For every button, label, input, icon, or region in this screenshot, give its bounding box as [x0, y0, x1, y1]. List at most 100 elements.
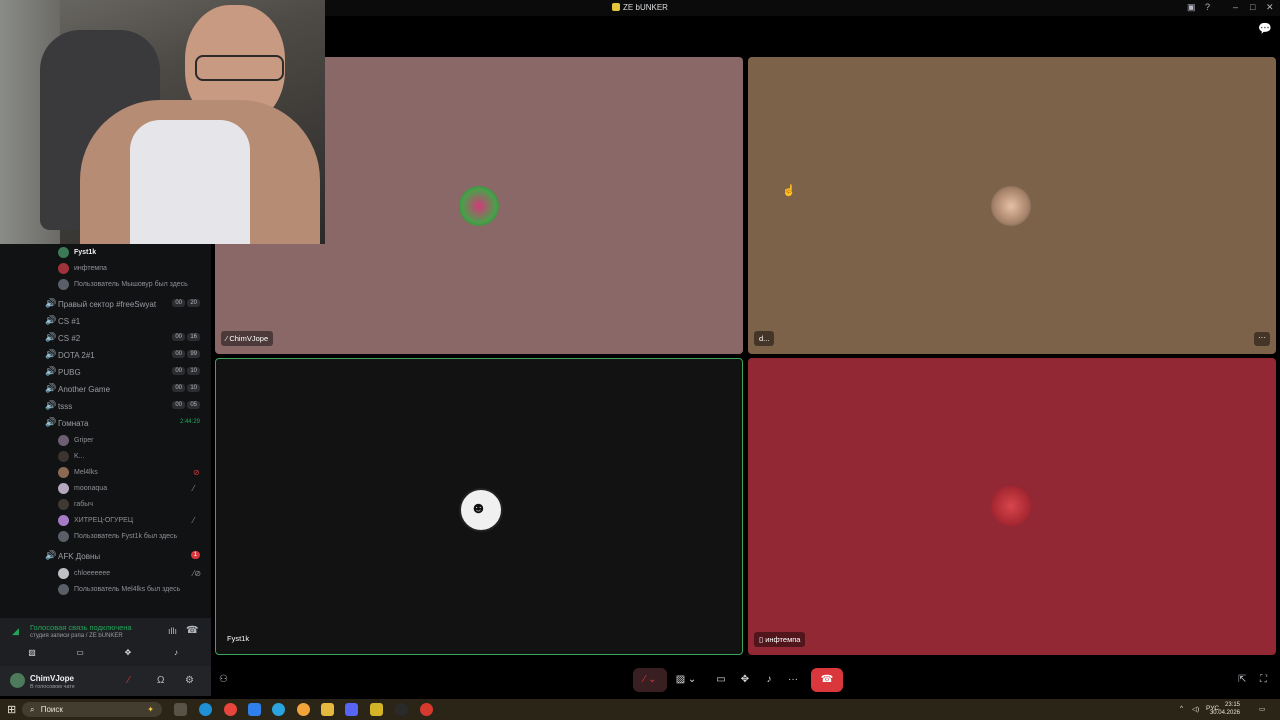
- voice-channel[interactable]: 🔊 tsss 05 00: [0, 399, 211, 415]
- popout-icon[interactable]: ⇱: [1238, 674, 1246, 685]
- channel-count: 00: [172, 384, 185, 392]
- task-view-icon[interactable]: [174, 703, 187, 716]
- screen-share-button[interactable]: ▭: [60, 646, 100, 660]
- mic-toggle-button[interactable]: ⁄ ⌄: [633, 668, 667, 692]
- voice-user-name: Пользователь Mel4lks был здесь: [74, 586, 181, 593]
- avatar: [58, 531, 69, 542]
- minimize-button[interactable]: –: [1233, 2, 1238, 12]
- edge-icon[interactable]: [199, 703, 212, 716]
- speaker-icon: 🔊: [45, 417, 57, 427]
- headphones-icon[interactable]: Ω: [157, 675, 164, 686]
- voice-actions: ▨ ▭ ✥ ♪: [8, 646, 203, 662]
- voice-user[interactable]: Mel4lks ⊘: [0, 465, 211, 481]
- screen-share-button[interactable]: ▭: [711, 668, 731, 692]
- help-icon[interactable]: ?: [1205, 2, 1210, 12]
- voice-channel[interactable]: 🔊 CS #2 16 00: [0, 331, 211, 347]
- participant-tile[interactable]: ▯ инфтемпа: [748, 358, 1276, 655]
- notifications-icon[interactable]: ▭: [1259, 705, 1265, 713]
- camera-toggle-button[interactable]: ▨ ⌄: [671, 668, 701, 692]
- participant-tile-speaking[interactable]: ☻ Fyst1k: [215, 358, 743, 655]
- more-options-button[interactable]: ···: [1254, 332, 1270, 346]
- windows-start-icon[interactable]: ⊞: [7, 703, 16, 716]
- participant-name: d...: [754, 331, 775, 346]
- browser-icon[interactable]: [297, 703, 310, 716]
- channel-limit: 10: [187, 367, 200, 375]
- avatar: [58, 247, 69, 258]
- muted-deafened-icon: ⁄⊘: [193, 569, 202, 578]
- voice-user[interactable]: габыч: [0, 497, 211, 513]
- user-status: В голосовом чате: [30, 684, 75, 690]
- search-icon: ⌕: [30, 705, 35, 714]
- more-options-button[interactable]: ···: [783, 668, 803, 692]
- voice-channel-afk[interactable]: 🔊 AFK Довны 1: [0, 549, 211, 565]
- camera-off-button[interactable]: ▨: [12, 646, 52, 660]
- voice-user[interactable]: chloeeeeee ⁄⊘: [0, 566, 211, 582]
- voice-user[interactable]: Пользователь Мышовур был здесь: [0, 277, 211, 293]
- speaker-icon: 🔊: [45, 332, 57, 342]
- avatar: [58, 568, 69, 579]
- voice-user[interactable]: инфтемпа: [0, 261, 211, 277]
- voice-channel-active[interactable]: 🔊 Гомната 2:44:29: [0, 416, 211, 432]
- tray-arrow-icon[interactable]: ^: [1180, 705, 1183, 712]
- app-icon[interactable]: [370, 703, 383, 716]
- inbox-icon[interactable]: ▣: [1187, 2, 1196, 13]
- media-icon[interactable]: [420, 703, 433, 716]
- mic-muted-icon[interactable]: ⁄: [128, 675, 130, 686]
- disconnect-icon[interactable]: ☎: [186, 625, 198, 636]
- channel-name: tsss: [58, 402, 73, 411]
- user-panel: ChimVJope В голосовом чате ⁄ Ω ⚙: [0, 666, 211, 696]
- settings-gear-icon[interactable]: ⚙: [185, 675, 194, 686]
- speaker-icon: 🔊: [45, 349, 57, 359]
- taskbar-search[interactable]: ⌕ Поиск ✦: [22, 702, 162, 717]
- avatar[interactable]: [10, 673, 25, 688]
- voice-channel[interactable]: 🔊 CS #1: [0, 314, 211, 330]
- channel-count: 00: [172, 367, 185, 375]
- activities-button[interactable]: ✥: [108, 646, 148, 660]
- maximize-button[interactable]: □: [1250, 2, 1255, 12]
- taskbar-clock[interactable]: 23:15 30.04.2026: [1210, 701, 1240, 717]
- voice-user[interactable]: Fyst1k: [0, 245, 211, 261]
- volume-icon[interactable]: ◁): [1192, 705, 1199, 713]
- chrome-icon[interactable]: [224, 703, 237, 716]
- voice-channel[interactable]: 🔊 PUBG 10 00: [0, 365, 211, 381]
- chat-icon[interactable]: 💬: [1258, 22, 1272, 35]
- voice-connected-label[interactable]: Голосовая связь подключена: [30, 623, 132, 632]
- voice-user-name: Mel4lks: [74, 469, 98, 476]
- speaker-icon: 🔊: [45, 315, 57, 325]
- voice-channel[interactable]: 🔊 Правый сектор #freeSwyat 20 00: [0, 297, 211, 313]
- fullscreen-icon[interactable]: ⛶: [1260, 674, 1267, 685]
- voice-user[interactable]: ХИТРЕЦ-ОГУРЕЦ ⁄: [0, 513, 211, 529]
- activity-icon[interactable]: ⚇: [219, 674, 228, 685]
- channel-count: 00: [172, 350, 185, 358]
- hang-up-button[interactable]: ☎: [811, 668, 843, 692]
- activities-button[interactable]: ✥: [735, 668, 755, 692]
- participant-tile[interactable]: d... ··· ☝: [748, 57, 1276, 354]
- voice-user[interactable]: Пользователь Fyst1k был здесь: [0, 529, 211, 545]
- soundboard-button[interactable]: ♪: [759, 668, 779, 692]
- participant-name: ⁄ ChimVJope: [221, 331, 274, 346]
- speaker-icon: 🔊: [45, 298, 57, 308]
- voice-user-name: габыч: [74, 501, 93, 508]
- noise-suppression-icon[interactable]: ıllı: [168, 626, 177, 636]
- voice-user[interactable]: K...: [0, 449, 211, 465]
- avatar: [58, 435, 69, 446]
- voice-channel[interactable]: 🔊 Another Game 10 00: [0, 382, 211, 398]
- voice-channel[interactable]: 🔊 DOTA 2#1 99 00: [0, 348, 211, 364]
- voice-user[interactable]: Griper: [0, 433, 211, 449]
- signal-icon: ◢: [12, 626, 19, 636]
- obs-icon[interactable]: [395, 703, 408, 716]
- soundboard-button[interactable]: ♪: [156, 646, 196, 660]
- username[interactable]: ChimVJope: [30, 674, 74, 683]
- voice-user[interactable]: moonaqua ⁄: [0, 481, 211, 497]
- channel-name: Гомната: [58, 419, 89, 428]
- telegram-icon[interactable]: [272, 703, 285, 716]
- close-button[interactable]: ✕: [1266, 2, 1274, 13]
- voice-user[interactable]: Пользователь Mel4lks был здесь: [0, 582, 211, 598]
- avatar: [58, 279, 69, 290]
- participant-name: Fyst1k: [227, 634, 250, 643]
- discord-icon[interactable]: [345, 703, 358, 716]
- voice-location[interactable]: студия записи рэпа / ZE bUNKER: [30, 633, 123, 639]
- channel-name: CS #2: [58, 334, 81, 343]
- mail-icon[interactable]: [248, 703, 261, 716]
- explorer-icon[interactable]: [321, 703, 334, 716]
